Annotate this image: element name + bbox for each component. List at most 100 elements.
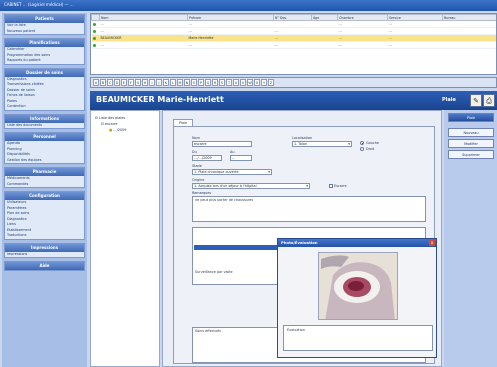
alphabet-letter-button[interactable]: P [198, 79, 204, 86]
alphabet-letter-button[interactable]: T [226, 79, 232, 86]
table-cell: … [337, 41, 388, 49]
table-row[interactable]: … … … … … [91, 41, 496, 49]
status-dot-icon [92, 29, 96, 33]
print-icon[interactable]: ⎙ [483, 94, 495, 107]
alphabet-letter-button[interactable]: R [212, 79, 218, 86]
remarques-label: Remarques [192, 191, 212, 195]
sidebar-item[interactable]: Gestion des équipes [5, 158, 84, 164]
alphabet-letter-button[interactable]: B [100, 79, 106, 86]
alphabet-letter-button[interactable]: A [93, 79, 99, 86]
tab-plaie[interactable]: Plaie [173, 119, 193, 126]
alphabet-letter-button[interactable]: Z [268, 79, 274, 86]
sidebar-section-title[interactable]: Personnel [5, 133, 84, 141]
wound-tree: ⊟ Liste des plaies ⊟ escarre ■ …/2009 [90, 110, 160, 367]
nom-field[interactable]: escarre [192, 141, 252, 147]
alphabet-letter-button[interactable]: C [107, 79, 113, 86]
window-title-bar: CABINET … (Logiciel médical) — … [0, 0, 497, 11]
alphabet-letter-button[interactable]: X [254, 79, 260, 86]
alphabet-letter-button[interactable]: K [163, 79, 169, 86]
alphabet-letter-button[interactable]: M [177, 79, 183, 86]
sidebar-section-personnel: Personnel Agenda Planning Disponibilités… [4, 132, 85, 164]
sidebar-section-informations: Informations Liste des documents [4, 113, 85, 129]
alphabet-letter-button[interactable]: W [247, 79, 253, 86]
sidebar-section-title[interactable]: Aide [5, 262, 84, 270]
table-cell: … [337, 20, 388, 28]
alphabet-letter-button[interactable]: J [156, 79, 162, 86]
side-left-radio[interactable] [360, 141, 364, 145]
sidebar-section-title[interactable]: Patients [5, 15, 84, 23]
chevron-down-icon: ▾ [268, 170, 270, 174]
tree-node-leaf[interactable]: ■ …/2009 [95, 127, 155, 133]
soins-label: Soins effectués [195, 329, 221, 333]
table-cell: … [337, 34, 388, 42]
sidebar-section-title[interactable]: Planifications [5, 39, 84, 47]
sidebar-section-title[interactable]: Impressions [5, 243, 84, 252]
status-dot-icon [92, 22, 96, 26]
table-cell: … [273, 34, 312, 42]
table-cell: BEAUMICKER [99, 34, 188, 42]
sidebar-section-title[interactable]: Dossier de soins [5, 68, 84, 77]
edit-icon[interactable]: ✎ [470, 94, 482, 107]
chevron-down-icon: ▾ [348, 142, 350, 146]
popup-evaluation-label: Évaluation [287, 328, 305, 332]
sidebar-section-title[interactable]: Pharmacie [5, 168, 84, 176]
alphabet-letter-button[interactable]: G [135, 79, 141, 86]
side-right-radio[interactable] [360, 147, 364, 151]
table-row[interactable]: … … … … [91, 20, 496, 28]
sidebar-item[interactable]: Traductions [5, 233, 84, 239]
sidebar-item[interactable]: Liste des documents [5, 123, 84, 129]
table-cell [311, 34, 338, 42]
popup-evaluation-field[interactable]: Évaluation [283, 325, 433, 351]
popup-title-bar[interactable]: Photo/Évaluation [278, 239, 436, 247]
right-action-panel: Plaie Nouveau Modifier Supprimer [444, 110, 497, 367]
alphabet-letter-button[interactable]: V [240, 79, 246, 86]
du-date-field[interactable]: …/…/2009 [192, 155, 222, 161]
table-cell [442, 41, 496, 49]
table-row[interactable]: … … … … … [91, 27, 496, 35]
status-dot-icon [92, 36, 96, 40]
alphabet-letter-button[interactable]: I [149, 79, 155, 86]
alphabet-letter-button[interactable]: Q [205, 79, 211, 86]
table-cell: … [273, 27, 312, 35]
table-cell [311, 20, 338, 28]
close-icon[interactable]: x [429, 240, 435, 246]
table-row-selected[interactable]: BEAUMICKER Marie-Henriette … … … [91, 34, 496, 42]
au-date-field[interactable]: … [230, 155, 252, 161]
table-cell [442, 27, 496, 35]
nouveau-button[interactable]: Nouveau [448, 128, 494, 137]
sidebar-item[interactable]: Rapports du patient [5, 58, 84, 64]
table-cell: … [387, 20, 443, 28]
alphabet-letter-button[interactable]: D [114, 79, 120, 86]
sidebar-section-patients: Patients Voir la liste Nouveau patient [4, 14, 85, 35]
sidebar-item[interactable]: Impressions [5, 252, 84, 258]
alphabet-letter-button[interactable]: O [191, 79, 197, 86]
sidebar-item[interactable]: Commandes [5, 182, 84, 188]
remarques-textarea[interactable]: ne peut plus porter de chaussures [192, 196, 426, 222]
sidebar-item[interactable]: Contention [5, 104, 84, 110]
origine-label: Origine [192, 178, 205, 182]
modifier-button[interactable]: Modifier [448, 139, 494, 148]
alphabet-letter-button[interactable]: Y [261, 79, 267, 86]
side-left-label: Gauche [366, 141, 379, 145]
alphabet-letter-button[interactable]: N [184, 79, 190, 86]
alphabet-letter-button[interactable]: F [128, 79, 134, 86]
plaie-tab-button[interactable]: Plaie [448, 113, 494, 122]
localisation-select[interactable]: 1. Talon ▾ [292, 141, 352, 147]
origine-select[interactable]: 1. Acquise lors d'un séjour à l'hôpital … [192, 183, 310, 189]
alphabet-letter-button[interactable]: L [170, 79, 176, 86]
sidebar-item[interactable]: Nouveau patient [5, 29, 84, 35]
alphabet-letter-button[interactable]: E [121, 79, 127, 86]
alphabet-letter-button[interactable]: H [142, 79, 148, 86]
escarre-checkbox[interactable] [329, 184, 333, 188]
supprimer-button[interactable]: Supprimer [448, 150, 494, 159]
sidebar-section-title[interactable]: Configuration [5, 192, 84, 200]
alphabet-letter-button[interactable]: U [233, 79, 239, 86]
escarre-label: Escarre [334, 184, 347, 188]
status-dot-cell [91, 20, 100, 28]
sidebar-section-title[interactable]: Informations [5, 114, 84, 123]
sidebar-section-dossier-de-soins: Dossier de soins Diagnostics Transmissio… [4, 67, 85, 111]
stade-select[interactable]: 1. Plaie chronique ouverte ▾ [192, 169, 272, 175]
popup-title: Photo/Évaluation [281, 240, 318, 245]
localisation-label: Localisation [292, 136, 313, 140]
alphabet-letter-button[interactable]: S [219, 79, 225, 86]
